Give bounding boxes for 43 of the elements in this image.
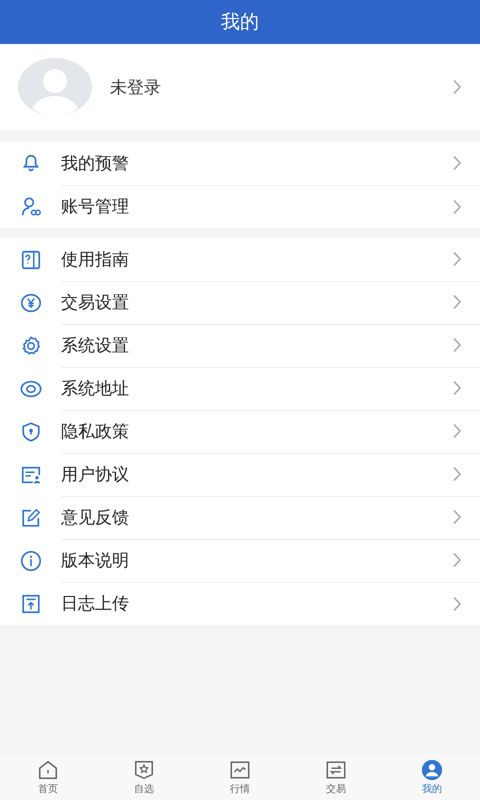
guide-icon: [20, 248, 42, 270]
profile-icon: [421, 758, 443, 780]
chevron-right-icon: [452, 423, 462, 439]
menu-item-label[interactable]: 使用指南: [61, 248, 452, 270]
chart-icon: [229, 758, 251, 780]
exchange-icon: [325, 758, 347, 780]
chevron-right-icon: [452, 509, 462, 525]
menu-item-label[interactable]: 系统设置: [61, 334, 452, 356]
tab[interactable]: 行情: [192, 754, 288, 800]
star-tag-icon: [133, 758, 155, 780]
chevron-right-icon: [452, 552, 462, 568]
settings-icon: [20, 334, 42, 356]
chevron-right-icon: [452, 380, 462, 396]
menu-item-label[interactable]: 日志上传: [61, 592, 452, 615]
user-icon: [20, 196, 42, 218]
chevron-right-icon: [452, 337, 462, 353]
shield-icon: [20, 420, 42, 442]
yen-icon: [20, 292, 42, 314]
menu-item-label[interactable]: 隐私政策: [61, 420, 452, 442]
menu-item-label[interactable]: 意见反馈: [61, 506, 452, 528]
chevron-right-icon: [452, 79, 462, 95]
chevron-right-icon: [452, 198, 462, 214]
menu-item-label[interactable]: 版本说明: [61, 548, 452, 572]
menu-item-label[interactable]: 用户协议: [61, 462, 452, 486]
tab[interactable]: 交易: [288, 754, 384, 800]
chevron-right-icon: [452, 251, 462, 267]
home-icon: [37, 758, 59, 780]
upload-icon: [20, 592, 42, 614]
tab[interactable]: 我的: [384, 754, 480, 800]
page-title: 我的: [221, 10, 259, 35]
menu-item-label[interactable]: 系统地址: [61, 376, 452, 400]
chevron-right-icon: [452, 466, 462, 482]
tab[interactable]: 自选: [96, 754, 192, 800]
info-icon: [20, 550, 42, 572]
chevron-right-icon: [452, 596, 462, 612]
chevron-right-icon: [452, 294, 462, 310]
menu-item-label[interactable]: 交易设置: [61, 290, 452, 314]
chevron-right-icon: [452, 155, 462, 171]
login-status[interactable]: 未登录: [110, 76, 452, 98]
edit-icon: [20, 506, 42, 528]
tab[interactable]: 首页: [0, 754, 96, 800]
menu-item-label[interactable]: 账号管理: [61, 195, 452, 218]
menu-item-label[interactable]: 我的预警: [61, 152, 452, 174]
